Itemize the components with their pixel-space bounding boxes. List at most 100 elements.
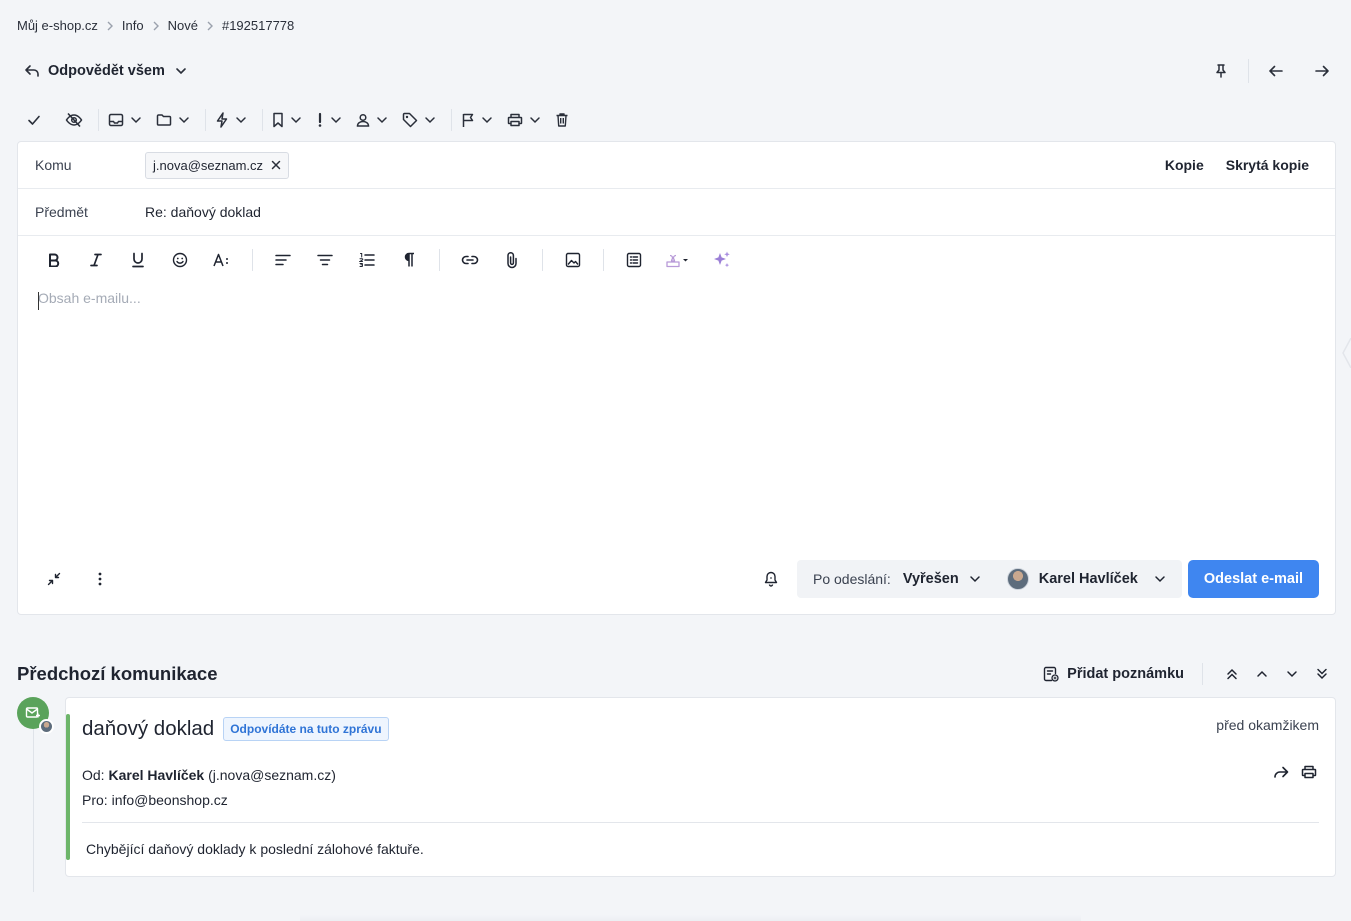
divider	[82, 822, 1319, 823]
print-message-button[interactable]	[1299, 762, 1319, 782]
add-note-button[interactable]: Přidat poznámku	[1043, 666, 1184, 682]
avatar	[39, 719, 54, 734]
user-icon	[356, 113, 370, 127]
ticket-toolbar	[24, 106, 572, 134]
chevron-down-icon	[290, 116, 302, 124]
expand-all-button[interactable]	[1219, 661, 1245, 687]
divider	[451, 109, 452, 131]
next-ticket-button[interactable]	[1309, 58, 1335, 84]
bookmark-icon	[272, 112, 284, 128]
message-actions	[1271, 762, 1319, 782]
collapse-button[interactable]	[40, 565, 68, 593]
bookmark-menu[interactable]	[269, 106, 305, 134]
template-button[interactable]	[618, 244, 650, 276]
chevron-down-icon	[376, 116, 388, 124]
status-dropdown[interactable]: Vyřešen	[897, 571, 981, 587]
side-panel-handle[interactable]	[1341, 338, 1351, 368]
tag-icon	[402, 112, 418, 128]
text-caret	[38, 292, 39, 310]
chevron-down-icon	[235, 116, 247, 124]
resolve-button[interactable]	[24, 106, 44, 134]
link-button[interactable]	[454, 244, 486, 276]
chevron-down-icon	[330, 116, 342, 124]
italic-button[interactable]	[80, 244, 112, 276]
reply-all-button[interactable]: Odpovědět všem	[24, 63, 187, 79]
automation-menu[interactable]	[212, 106, 250, 134]
divider	[98, 109, 99, 131]
ticket-nav	[1208, 58, 1335, 84]
to-email: info@beonshop.cz	[111, 792, 228, 808]
breadcrumb-item-new[interactable]: Nové	[168, 18, 198, 33]
close-icon[interactable]	[271, 160, 281, 170]
recipient-chip[interactable]: j.nova@seznam.cz	[145, 151, 290, 179]
image-button[interactable]	[557, 244, 589, 276]
delete-button[interactable]	[552, 106, 572, 134]
from-name: Karel Havlíček	[108, 767, 205, 783]
folder-icon	[156, 113, 172, 127]
flag-menu[interactable]	[458, 106, 496, 134]
thread-actions: Přidat poznámku	[1043, 661, 1335, 687]
subject-row: Předmět Re: daňový doklad	[18, 189, 1335, 236]
chevrons-up-icon	[1226, 668, 1238, 680]
agent-dropdown[interactable]: Karel Havlíček	[1006, 568, 1166, 590]
message-to: Pro: info@beonshop.cz	[82, 788, 336, 813]
forward-icon	[1273, 766, 1289, 778]
message-card[interactable]: daňový doklad Odpovídáte na tuto zprávu …	[65, 697, 1336, 877]
message-title-row: daňový doklad Odpovídáte na tuto zprávu	[82, 717, 389, 741]
notification-button[interactable]	[757, 565, 785, 593]
email-body-editor[interactable]: Obsah e-mailu...	[38, 290, 1335, 535]
font-size-button[interactable]	[206, 244, 238, 276]
assignee-menu[interactable]	[353, 106, 391, 134]
after-send-label: Po odeslání:	[812, 571, 891, 587]
subject-input[interactable]: Re: daňový doklad	[145, 204, 261, 220]
status-value: Vyřešen	[902, 571, 959, 587]
previous-ticket-button[interactable]	[1263, 58, 1289, 84]
agent-name: Karel Havlíček	[1038, 571, 1138, 587]
scroll-up-button[interactable]	[1249, 661, 1275, 687]
composer-footer: Po odeslání: Vyřešen Karel Havlíček Odes…	[18, 560, 1335, 598]
bell-icon	[764, 571, 778, 587]
collapse-all-button[interactable]	[1309, 661, 1335, 687]
smiley-icon	[172, 252, 188, 268]
cc-button[interactable]: Kopie	[1165, 157, 1204, 173]
bcc-button[interactable]: Skrytá kopie	[1226, 157, 1309, 173]
formatting-toolbar	[18, 236, 1335, 284]
to-row: Komu j.nova@seznam.cz Kopie Skrytá kopie	[18, 142, 1335, 189]
paragraph-button[interactable]	[393, 244, 425, 276]
more-options-button[interactable]	[86, 565, 114, 593]
bold-icon	[48, 253, 60, 267]
email-composer: Komu j.nova@seznam.cz Kopie Skrytá kopie…	[17, 141, 1336, 615]
email-body-placeholder: Obsah e-mailu...	[38, 290, 141, 306]
folder-menu[interactable]	[153, 106, 193, 134]
underline-button[interactable]	[122, 244, 154, 276]
align-left-button[interactable]	[267, 244, 299, 276]
check-icon	[27, 114, 41, 126]
breadcrumb-item-shop[interactable]: Můj e-shop.cz	[17, 18, 98, 33]
pin-button[interactable]	[1208, 58, 1234, 84]
minimize-icon	[47, 572, 61, 586]
priority-menu[interactable]	[313, 106, 345, 134]
emoji-button[interactable]	[164, 244, 196, 276]
breadcrumb-item-info[interactable]: Info	[122, 18, 144, 33]
print-menu[interactable]	[504, 106, 544, 134]
bold-button[interactable]	[38, 244, 70, 276]
signature-menu[interactable]	[660, 244, 696, 276]
more-vertical-icon	[98, 572, 102, 586]
numbered-list-button[interactable]	[351, 244, 383, 276]
align-center-button[interactable]	[309, 244, 341, 276]
recipient-email: j.nova@seznam.cz	[153, 157, 264, 173]
flag-icon	[461, 112, 475, 128]
printer-icon	[507, 113, 523, 127]
tag-menu[interactable]	[399, 106, 439, 134]
paperclip-icon	[506, 251, 518, 269]
send-email-button[interactable]: Odeslat e-mail	[1187, 560, 1319, 598]
exclamation-icon	[316, 112, 324, 128]
inbox-menu[interactable]	[105, 106, 145, 134]
forward-button[interactable]	[1271, 762, 1291, 782]
hide-button[interactable]	[62, 106, 86, 134]
chevron-down-icon	[175, 67, 187, 75]
attachment-button[interactable]	[496, 244, 528, 276]
scroll-down-button[interactable]	[1279, 661, 1305, 687]
ai-assist-button[interactable]	[706, 244, 738, 276]
chevron-right-icon	[152, 21, 160, 31]
